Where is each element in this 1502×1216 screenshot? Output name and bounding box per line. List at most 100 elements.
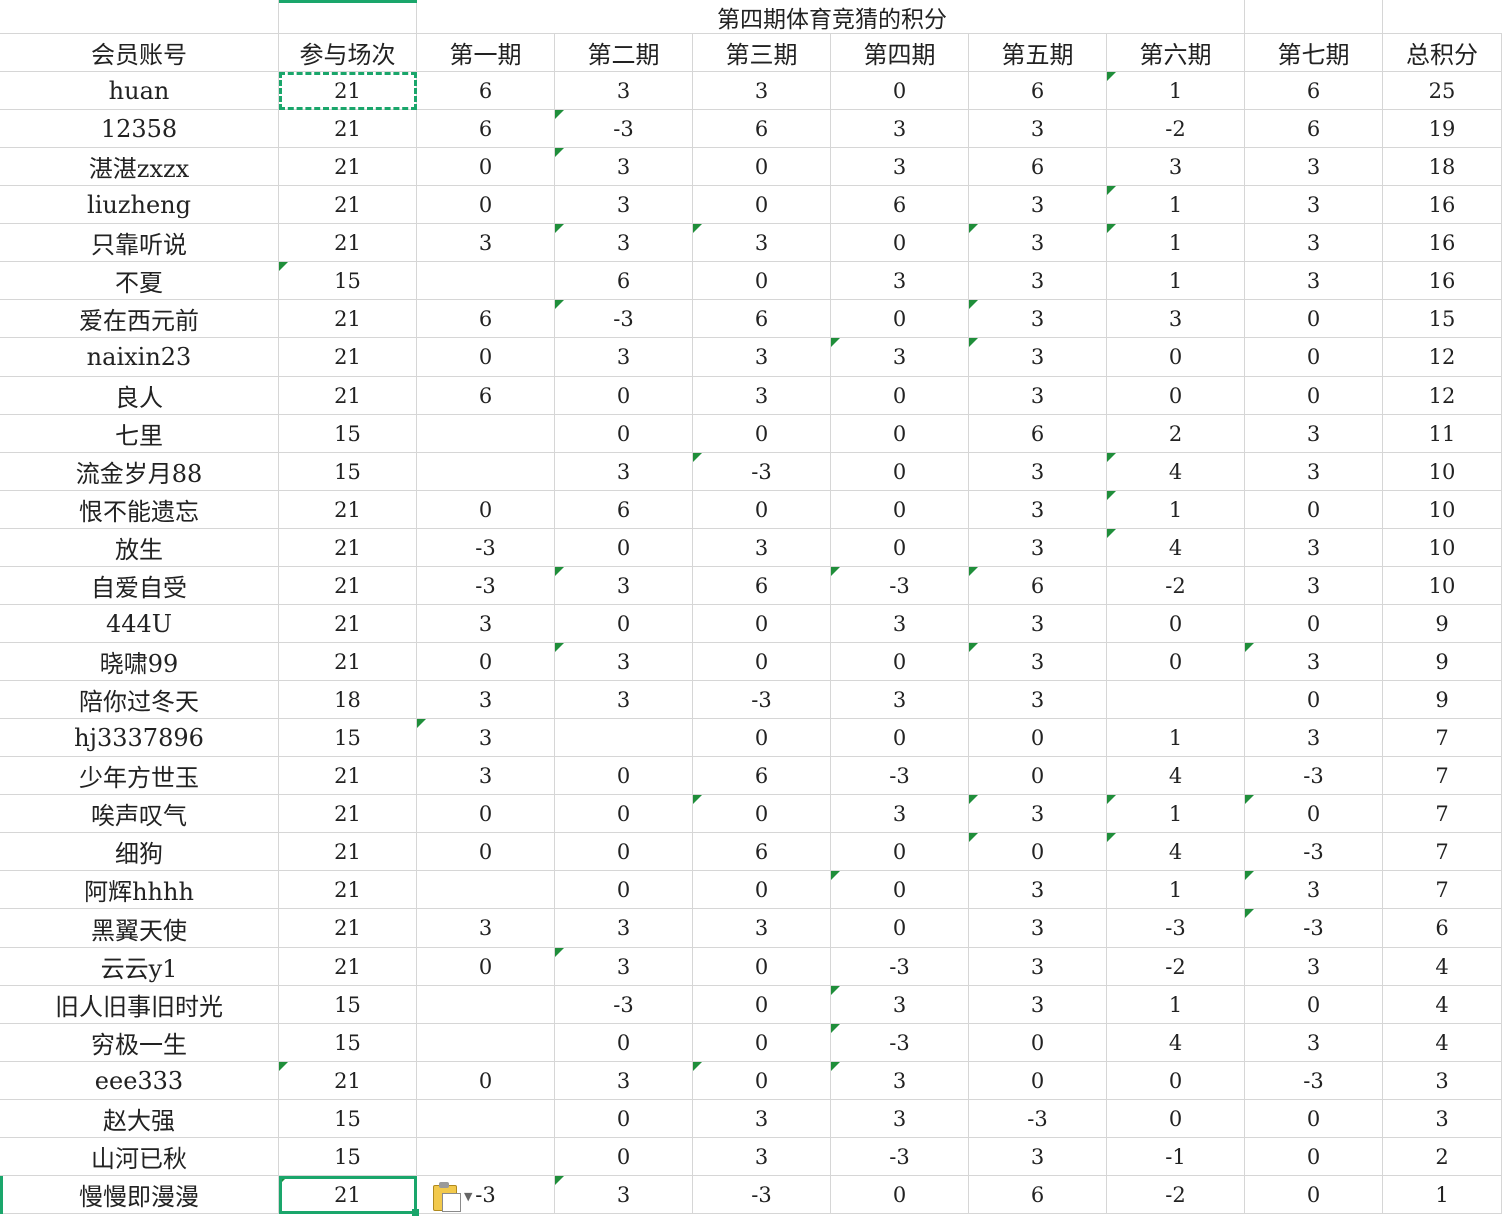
score-cell[interactable]: 3 <box>969 300 1107 338</box>
score-cell[interactable]: 3 <box>969 871 1107 909</box>
member-cell[interactable]: 少年方世玉 <box>0 757 279 795</box>
score-cell[interactable]: 15 <box>279 1024 417 1062</box>
score-cell[interactable]: 3 <box>969 110 1107 148</box>
member-cell[interactable]: eee333 <box>0 1062 279 1100</box>
score-cell[interactable] <box>417 415 555 453</box>
score-cell[interactable]: 3 <box>417 719 555 757</box>
score-cell[interactable]: 3 <box>417 757 555 795</box>
score-cell[interactable]: 3 <box>969 986 1107 1024</box>
score-cell[interactable]: 10 <box>1383 491 1502 529</box>
score-cell[interactable]: 4 <box>1107 453 1245 491</box>
member-cell[interactable]: 黑翼天使 <box>0 909 279 948</box>
score-cell[interactable] <box>417 1138 555 1176</box>
score-cell[interactable]: 3 <box>693 1138 831 1176</box>
score-cell[interactable]: 0 <box>555 833 693 871</box>
score-cell[interactable]: 3 <box>1245 224 1383 262</box>
score-cell[interactable]: 3 <box>969 795 1107 833</box>
member-cell[interactable]: 恨不能遗忘 <box>0 491 279 529</box>
score-cell[interactable]: 6 <box>969 415 1107 453</box>
score-cell[interactable]: -3 <box>1245 757 1383 795</box>
score-cell[interactable]: 3 <box>1107 148 1245 186</box>
score-cell[interactable] <box>1107 681 1245 719</box>
score-cell[interactable]: 25 <box>1383 72 1502 110</box>
score-cell[interactable]: 0 <box>693 1062 831 1100</box>
score-cell[interactable]: 0 <box>831 719 969 757</box>
score-cell[interactable]: 0 <box>1107 338 1245 377</box>
score-cell[interactable]: 7 <box>1383 757 1502 795</box>
score-cell[interactable]: 7 <box>1383 795 1502 833</box>
score-cell[interactable]: 3 <box>831 1100 969 1138</box>
score-cell[interactable]: 3 <box>693 338 831 377</box>
score-cell[interactable]: 3 <box>555 186 693 224</box>
score-cell[interactable]: 0 <box>831 224 969 262</box>
score-cell[interactable]: 0 <box>693 186 831 224</box>
score-cell[interactable]: 15 <box>279 415 417 453</box>
score-cell[interactable]: 3 <box>831 148 969 186</box>
score-cell[interactable]: -2 <box>1107 1176 1245 1214</box>
score-cell[interactable]: -3 <box>693 681 831 719</box>
score-cell[interactable]: -3 <box>417 529 555 567</box>
score-cell[interactable]: 6 <box>693 110 831 148</box>
score-cell[interactable]: 16 <box>1383 186 1502 224</box>
score-cell[interactable]: 0 <box>1245 338 1383 377</box>
score-cell[interactable]: 0 <box>693 148 831 186</box>
score-cell[interactable]: 0 <box>1107 1100 1245 1138</box>
score-cell[interactable]: 18 <box>1383 148 1502 186</box>
score-cell[interactable]: 21 <box>279 643 417 681</box>
score-cell[interactable]: -3 <box>1245 1062 1383 1100</box>
score-cell[interactable]: 3 <box>417 605 555 643</box>
score-cell[interactable]: -3 <box>1245 833 1383 871</box>
score-cell[interactable]: 0 <box>555 871 693 909</box>
score-cell[interactable]: 21 <box>279 833 417 871</box>
score-cell[interactable]: 10 <box>1383 529 1502 567</box>
score-cell[interactable]: 3 <box>555 72 693 110</box>
score-cell[interactable]: 3 <box>693 72 831 110</box>
member-cell[interactable]: 旧人旧事旧时光 <box>0 986 279 1024</box>
member-cell[interactable]: 不夏 <box>0 262 279 300</box>
score-cell[interactable]: 0 <box>831 871 969 909</box>
member-cell[interactable]: 穷极一生 <box>0 1024 279 1062</box>
column-header[interactable]: 参与场次 <box>279 34 417 72</box>
score-cell[interactable] <box>555 719 693 757</box>
score-cell[interactable]: 6 <box>1245 110 1383 148</box>
score-cell[interactable]: 3 <box>417 224 555 262</box>
score-cell[interactable]: 3 <box>1245 529 1383 567</box>
score-cell[interactable]: 21 <box>279 1176 417 1214</box>
score-cell[interactable]: 0 <box>693 871 831 909</box>
score-cell[interactable]: 1 <box>1107 72 1245 110</box>
score-cell[interactable]: 6 <box>831 186 969 224</box>
score-cell[interactable]: 0 <box>831 909 969 948</box>
score-cell[interactable]: 3 <box>969 377 1107 415</box>
score-cell[interactable]: 6 <box>693 567 831 605</box>
score-cell[interactable]: 15 <box>279 1100 417 1138</box>
score-cell[interactable]: 0 <box>969 833 1107 871</box>
score-cell[interactable]: 3 <box>831 605 969 643</box>
member-cell[interactable]: 爱在西元前 <box>0 300 279 338</box>
score-cell[interactable]: 3 <box>555 224 693 262</box>
score-cell[interactable]: 3 <box>1245 148 1383 186</box>
score-cell[interactable]: 21 <box>279 529 417 567</box>
score-cell[interactable]: 3 <box>1245 262 1383 300</box>
score-cell[interactable]: 0 <box>417 833 555 871</box>
column-header[interactable]: 第七期 <box>1245 34 1383 72</box>
score-cell[interactable]: 0 <box>1245 491 1383 529</box>
column-header[interactable]: 第六期 <box>1107 34 1245 72</box>
score-cell[interactable]: 0 <box>1245 681 1383 719</box>
score-cell[interactable]: 3 <box>969 643 1107 681</box>
score-cell[interactable]: 3 <box>555 948 693 986</box>
score-cell[interactable] <box>417 1024 555 1062</box>
score-cell[interactable]: 3 <box>831 986 969 1024</box>
score-cell[interactable]: 0 <box>693 1024 831 1062</box>
score-cell[interactable]: 3 <box>555 567 693 605</box>
score-cell[interactable]: 3 <box>1245 567 1383 605</box>
fill-handle[interactable] <box>412 1209 419 1216</box>
score-cell[interactable]: 9 <box>1383 643 1502 681</box>
score-cell[interactable]: 0 <box>555 1138 693 1176</box>
score-cell[interactable]: 1 <box>1107 871 1245 909</box>
score-cell[interactable]: 0 <box>555 529 693 567</box>
score-cell[interactable]: 0 <box>555 757 693 795</box>
score-cell[interactable]: 9 <box>1383 605 1502 643</box>
score-cell[interactable]: 10 <box>1383 567 1502 605</box>
score-cell[interactable]: 3 <box>1107 300 1245 338</box>
score-cell[interactable]: 3 <box>969 1138 1107 1176</box>
